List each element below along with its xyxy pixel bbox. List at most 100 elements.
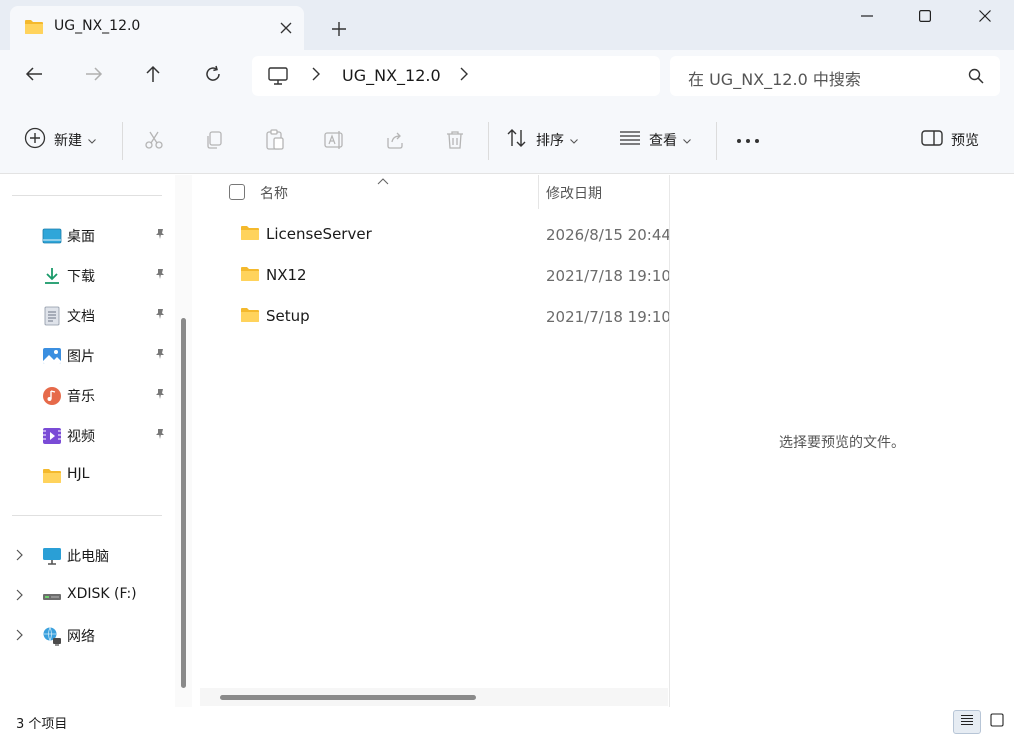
large-icons-view-icon [990,713,1004,731]
chevron-right-icon[interactable] [460,67,468,85]
sidebar-item-label: HJL [67,466,90,482]
status-bar: 3 个项目 [0,707,1014,736]
desktop-icon [42,226,62,246]
chevron-down-icon [570,132,578,148]
file-list: 名称 修改日期 LicenseServer 2026/8/15 20:44 NX… [200,175,671,707]
forward-button[interactable] [76,60,112,92]
table-row[interactable]: LicenseServer 2026/8/15 20:44 [200,215,671,255]
close-window-button[interactable] [956,0,1014,32]
file-name: Setup [266,307,310,325]
folder-icon [240,307,260,327]
folder-icon [240,266,260,286]
cut-button[interactable] [140,128,168,156]
plus-circle-icon [24,127,46,153]
sidebar-item-downloads[interactable]: 下载 [0,258,175,292]
close-icon[interactable] [272,14,300,42]
address-bar[interactable]: UG_NX_12.0 [252,56,660,96]
cut-icon [144,130,164,154]
new-label: 新建 [54,133,82,149]
document-icon [42,306,62,326]
sidebar-item-xdisk[interactable]: XDISK (F:) [0,578,175,612]
folder-icon [42,466,62,486]
sidebar-item-music[interactable]: 音乐 [0,378,175,412]
file-modified: 2021/7/18 19:10 [546,267,671,285]
pin-icon[interactable] [154,388,166,404]
sidebar-item-documents[interactable]: 文档 [0,298,175,332]
sort-button[interactable]: 排序 [506,124,578,156]
more-button[interactable] [736,124,760,156]
sidebar-item-desktop[interactable]: 桌面 [0,218,175,252]
table-row[interactable]: NX12 2021/7/18 19:10 [200,256,671,296]
sidebar-item-network[interactable]: 网络 [0,618,175,652]
folder-icon [240,225,260,245]
toolbar-divider [122,122,123,160]
folder-icon [24,19,44,39]
search-icon[interactable] [968,68,984,88]
refresh-button[interactable] [195,60,231,92]
navigation-pane: 桌面 下载 文档 图片 音乐 视频 HJL 此电脑 XDISK (F:) 网络 [0,175,192,707]
up-button[interactable] [135,60,171,92]
sidebar-scrollbar-thumb[interactable] [181,318,186,688]
sidebar-item-videos[interactable]: 视频 [0,418,175,452]
details-view-button[interactable] [953,710,981,734]
chevron-down-icon [683,132,691,148]
preview-pane-button[interactable]: 预览 [921,124,979,156]
search-input[interactable]: 在 UG_NX_12.0 中搜索 [688,66,861,90]
select-all-checkbox[interactable] [229,184,245,200]
arrow-up-icon [145,65,161,87]
sidebar-item-this-pc[interactable]: 此电脑 [0,538,175,572]
sidebar-item-pictures[interactable]: 图片 [0,338,175,372]
column-header-name[interactable]: 名称 [260,183,288,203]
tab-ug-nx[interactable]: UG_NX_12.0 [10,6,304,50]
view-button[interactable]: 查看 [619,124,691,156]
arrow-left-icon [25,66,43,86]
delete-icon [446,130,464,154]
sidebar-item-hjl[interactable]: HJL [0,458,175,492]
column-divider[interactable] [538,175,539,209]
chevron-right-icon[interactable] [16,629,23,645]
pin-icon[interactable] [154,428,166,444]
new-button[interactable]: 新建 [24,124,96,156]
sidebar-item-label: 音乐 [67,389,95,405]
chevron-right-icon[interactable] [16,549,23,565]
pin-icon[interactable] [154,228,166,244]
sidebar-item-label: XDISK (F:) [67,586,137,602]
file-name: LicenseServer [266,225,372,243]
rename-button[interactable] [321,128,349,156]
file-list-scrollbar-thumb[interactable] [220,695,476,700]
table-row[interactable]: Setup 2021/7/18 19:10 [200,297,671,337]
pin-icon[interactable] [154,348,166,364]
chevron-down-icon [88,132,96,148]
preview-label: 预览 [951,133,979,149]
back-button[interactable] [16,60,52,92]
download-icon [42,266,62,286]
copy-button[interactable] [200,128,228,156]
pin-icon[interactable] [154,268,166,284]
file-modified: 2026/8/15 20:44 [546,226,671,244]
copy-icon [204,130,224,154]
more-icon [736,132,760,148]
large-icons-view-button[interactable] [983,710,1011,734]
column-header-modified[interactable]: 修改日期 [546,183,602,203]
view-label: 查看 [649,133,677,149]
toolbar-divider [488,122,489,160]
share-button[interactable] [381,128,409,156]
file-name: NX12 [266,266,307,284]
paste-button[interactable] [261,128,289,156]
details-view-icon [960,714,974,730]
preview-pane-icon [921,130,943,150]
chevron-right-icon[interactable] [312,67,320,85]
breadcrumb-current[interactable]: UG_NX_12.0 [342,66,441,85]
sort-label: 排序 [536,133,564,149]
delete-button[interactable] [441,128,469,156]
minimize-button[interactable] [838,0,896,32]
this-pc-icon [42,546,62,566]
search-box[interactable]: 在 UG_NX_12.0 中搜索 [670,56,1000,96]
new-tab-button[interactable] [324,14,354,44]
pin-icon[interactable] [154,308,166,324]
preview-message: 选择要预览的文件。 [779,435,905,451]
maximize-button[interactable] [896,0,954,32]
monitor-icon[interactable] [268,67,288,89]
navigation-bar: UG_NX_12.0 在 UG_NX_12.0 中搜索 [0,50,1014,106]
chevron-right-icon[interactable] [16,589,23,605]
